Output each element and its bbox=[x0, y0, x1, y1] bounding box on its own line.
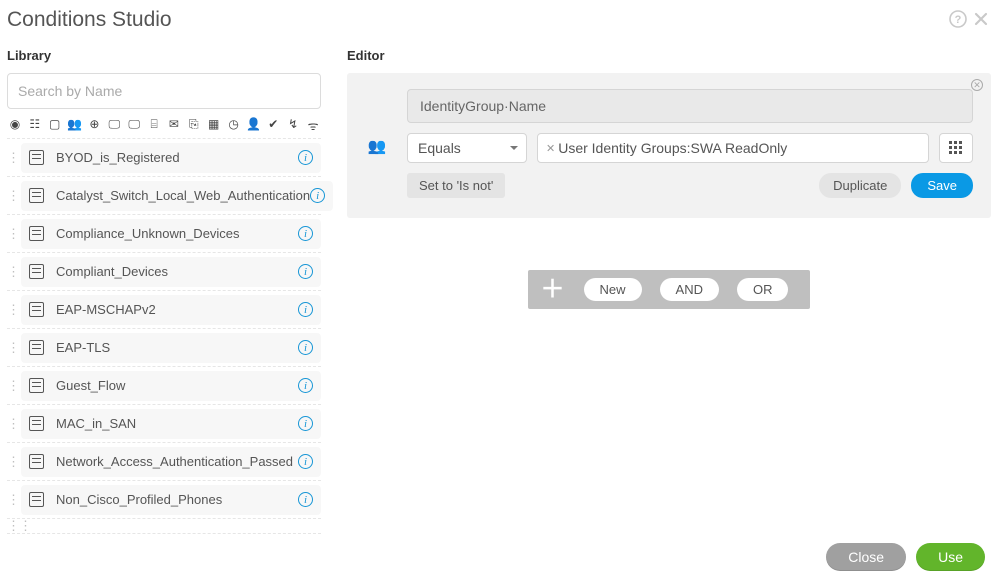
new-button[interactable]: New bbox=[584, 278, 642, 301]
drag-handle-icon[interactable]: ⋮⋮ bbox=[7, 498, 17, 502]
close-button[interactable]: Close bbox=[826, 543, 906, 571]
drag-handle-icon[interactable]: ⋮⋮ bbox=[7, 460, 17, 464]
drag-handle-icon[interactable]: ⋮⋮ bbox=[7, 194, 17, 198]
value-field[interactable]: ✕ User Identity Groups:SWA ReadOnly bbox=[537, 133, 929, 163]
item-label: Non_Cisco_Profiled_Phones bbox=[56, 492, 222, 507]
list-icon[interactable]: ☷ bbox=[27, 117, 43, 134]
drag-handle-icon[interactable]: ⋮⋮ bbox=[7, 232, 17, 236]
desktop-icon[interactable]: 🖵 bbox=[126, 117, 142, 134]
drag-handle-icon[interactable]: ⋮⋮ bbox=[7, 384, 17, 388]
info-icon[interactable]: i bbox=[310, 188, 325, 203]
drag-handle-icon[interactable]: ⋮⋮ bbox=[7, 346, 17, 350]
item-label: MAC_in_SAN bbox=[56, 416, 136, 431]
search-input-wrap bbox=[7, 73, 321, 109]
check-icon[interactable]: ✔ bbox=[265, 117, 281, 134]
library-list: ⋮⋮ BYOD_is_Registered i ⋮⋮ Catalyst_Swit… bbox=[7, 138, 321, 534]
search-input[interactable] bbox=[8, 74, 320, 108]
item-label: EAP-MSCHAPv2 bbox=[56, 302, 156, 317]
key-icon[interactable]: ↯ bbox=[285, 117, 301, 134]
list-item[interactable]: ⋮⋮ bbox=[7, 518, 321, 534]
condition-icon bbox=[29, 378, 44, 393]
clock-icon[interactable]: ◷ bbox=[226, 117, 242, 134]
drag-handle-icon[interactable]: ⋮⋮ bbox=[7, 524, 17, 528]
tree-icon[interactable]: ⌸ bbox=[146, 117, 162, 134]
condition-close-icon[interactable]: ✕ bbox=[971, 79, 983, 91]
attribute-field[interactable]: IdentityGroup·Name bbox=[407, 89, 973, 123]
plus-icon[interactable]: ＋ bbox=[540, 280, 566, 300]
and-button[interactable]: AND bbox=[660, 278, 719, 301]
filter-icon-row: ◉ ☷ ▢ 👥 ⊕ 🖵 🖵 ⌸ ✉ ⎘ ▦ ◷ 👤 ✔ ↯ ᯤ bbox=[7, 117, 321, 134]
condition-icon bbox=[29, 150, 44, 165]
list-item[interactable]: ⋮⋮ EAP-MSCHAPv2 i bbox=[7, 290, 321, 328]
item-label: Network_Access_Authentication_Passed bbox=[56, 454, 293, 469]
doc-icon[interactable]: ⎘ bbox=[186, 117, 202, 134]
help-icon[interactable]: ? bbox=[949, 10, 967, 31]
pin-icon[interactable]: ◉ bbox=[7, 117, 23, 134]
use-button[interactable]: Use bbox=[916, 543, 985, 571]
or-button[interactable]: OR bbox=[737, 278, 789, 301]
info-icon[interactable]: i bbox=[298, 226, 313, 241]
info-icon[interactable]: i bbox=[298, 416, 313, 431]
list-item[interactable]: ⋮⋮ Compliant_Devices i bbox=[7, 252, 321, 290]
item-label: Guest_Flow bbox=[56, 378, 125, 393]
list-item[interactable]: ⋮⋮ Network_Access_Authentication_Passed … bbox=[7, 442, 321, 480]
info-icon[interactable]: i bbox=[298, 264, 313, 279]
list-item[interactable]: ⋮⋮ Non_Cisco_Profiled_Phones i bbox=[7, 480, 321, 518]
grid-icon[interactable]: ▦ bbox=[206, 117, 222, 134]
mail-icon[interactable]: ✉ bbox=[166, 117, 182, 134]
condition-icon bbox=[29, 340, 44, 355]
clear-value-icon[interactable]: ✕ bbox=[546, 142, 555, 155]
list-item[interactable]: ⋮⋮ Compliance_Unknown_Devices i bbox=[7, 214, 321, 252]
condition-icon bbox=[29, 264, 44, 279]
wifi-icon[interactable]: ᯤ bbox=[305, 117, 321, 134]
info-icon[interactable]: i bbox=[298, 378, 313, 393]
user-icon[interactable]: 👤 bbox=[246, 117, 262, 134]
drag-handle-icon[interactable]: ⋮⋮ bbox=[7, 308, 17, 312]
list-item[interactable]: ⋮⋮ Guest_Flow i bbox=[7, 366, 321, 404]
set-isnot-button[interactable]: Set to 'Is not' bbox=[407, 173, 505, 198]
item-label: Catalyst_Switch_Local_Web_Authentication bbox=[56, 188, 310, 203]
drag-handle-icon[interactable]: ⋮⋮ bbox=[7, 270, 17, 274]
group-icon[interactable]: 👥 bbox=[67, 117, 83, 134]
drag-handle-icon[interactable]: ⋮⋮ bbox=[7, 422, 17, 426]
info-icon[interactable]: i bbox=[298, 340, 313, 355]
item-label: EAP-TLS bbox=[56, 340, 110, 355]
info-icon[interactable]: i bbox=[298, 302, 313, 317]
globe-icon[interactable]: ⊕ bbox=[87, 117, 103, 134]
condition-icon bbox=[29, 492, 44, 507]
save-button[interactable]: Save bbox=[911, 173, 973, 198]
monitor-icon[interactable]: ▢ bbox=[47, 117, 63, 134]
drag-handle-icon[interactable]: ⋮⋮ bbox=[7, 156, 17, 160]
close-icon[interactable] bbox=[973, 11, 989, 30]
laptop-icon[interactable]: 🖵 bbox=[106, 117, 122, 134]
list-item[interactable]: ⋮⋮ BYOD_is_Registered i bbox=[7, 138, 321, 176]
library-label: Library bbox=[7, 48, 321, 63]
condition-icon bbox=[29, 454, 44, 469]
list-item[interactable]: ⋮⋮ EAP-TLS i bbox=[7, 328, 321, 366]
condition-icon bbox=[29, 226, 44, 241]
item-label: BYOD_is_Registered bbox=[56, 150, 180, 165]
condition-icon bbox=[29, 188, 44, 203]
value-text: User Identity Groups:SWA ReadOnly bbox=[558, 140, 787, 156]
info-icon[interactable]: i bbox=[298, 150, 313, 165]
info-icon[interactable]: i bbox=[298, 492, 313, 507]
duplicate-button[interactable]: Duplicate bbox=[819, 173, 901, 198]
list-item[interactable]: ⋮⋮ Catalyst_Switch_Local_Web_Authenticat… bbox=[7, 176, 321, 214]
item-label: Compliance_Unknown_Devices bbox=[56, 226, 240, 241]
add-condition-bar: ＋ New AND OR bbox=[528, 270, 811, 309]
operator-select[interactable]: Equals bbox=[407, 133, 527, 163]
page-title: Conditions Studio bbox=[7, 8, 172, 32]
condition-icon bbox=[29, 302, 44, 317]
info-icon[interactable]: i bbox=[298, 454, 313, 469]
svg-text:?: ? bbox=[955, 14, 962, 26]
identity-group-icon: 👥 bbox=[368, 137, 387, 155]
condition-icon bbox=[29, 416, 44, 431]
list-item[interactable]: ⋮⋮ MAC_in_SAN i bbox=[7, 404, 321, 442]
item-label: Compliant_Devices bbox=[56, 264, 168, 279]
editor-label: Editor bbox=[347, 48, 991, 63]
editor-panel: ✕ 👥 IdentityGroup·Name Equals ✕ User Ide… bbox=[347, 73, 991, 218]
value-picker-button[interactable] bbox=[939, 133, 973, 163]
